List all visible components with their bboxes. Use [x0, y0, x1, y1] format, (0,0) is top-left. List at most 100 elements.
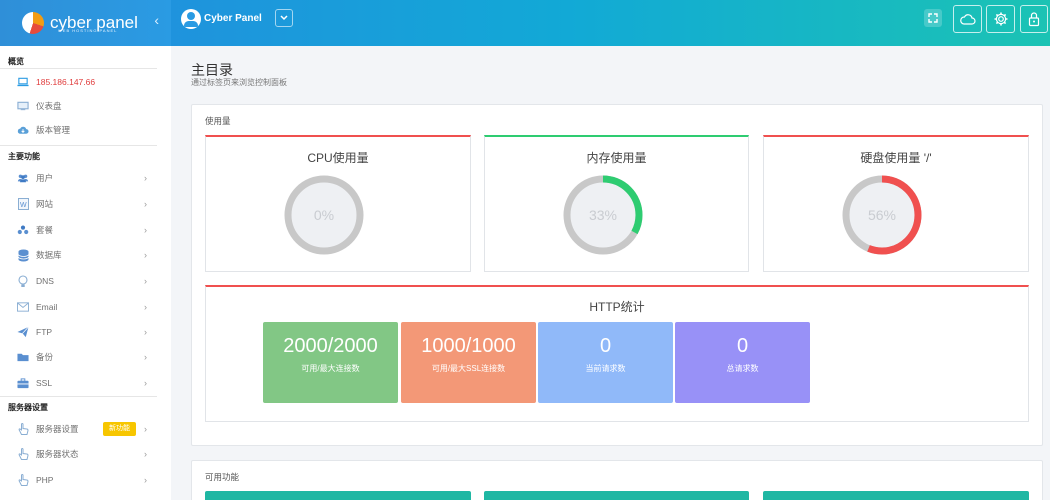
chevron-down-icon [280, 15, 288, 21]
sidebar-section-title: 主要功能 [8, 152, 40, 161]
svg-text:W: W [20, 202, 27, 209]
cyberpanel-logo-icon [22, 12, 44, 34]
sidebar-item-ssl[interactable]: SSL › [0, 371, 160, 395]
sidebar-section-title: 概览 [8, 57, 24, 66]
sidebar-collapse-icon[interactable]: ‹ [154, 12, 159, 28]
user-dropdown-button[interactable] [275, 9, 293, 27]
sidebar-item-label: FTP [36, 327, 53, 337]
card-title: 硬盘使用量 '/' [860, 151, 932, 165]
avatar[interactable] [181, 9, 201, 29]
divider [0, 68, 157, 69]
briefcase-icon [17, 377, 29, 389]
sidebar-item-label: PHP [36, 475, 54, 485]
chevron-right-icon: › [144, 199, 147, 209]
sidebar-item-label: 数据库 [36, 250, 62, 260]
sidebar-item-server-settings[interactable]: 服务器设置 新功能 › [0, 417, 160, 441]
stat-label: 可用/最大连接数 [301, 364, 360, 373]
gauge-label: 56% [868, 207, 896, 223]
cpu-usage-card: CPU使用量 0% [205, 135, 471, 272]
card-title: CPU使用量 [307, 151, 369, 165]
feature-tile[interactable] [205, 491, 471, 500]
sidebar-item-label: 185.186.147.66 [36, 77, 96, 87]
envelope-icon [17, 301, 29, 313]
gear-icon [994, 12, 1007, 26]
chevron-right-icon: › [144, 378, 147, 388]
hand-pointer-icon [17, 473, 29, 486]
sidebar: 概览 185.186.147.66 仪表盘 版本管理 主要功能 用户 › W 网… [0, 46, 171, 500]
gauge-label: 0% [314, 207, 334, 223]
sidebar-item-websites[interactable]: W 网站 › [0, 192, 160, 216]
sidebar-item-php[interactable]: PHP › [0, 468, 160, 492]
fullscreen-button[interactable] [924, 9, 942, 27]
paper-plane-icon [17, 326, 29, 338]
chevron-right-icon: › [144, 424, 147, 434]
folder-icon [17, 351, 29, 363]
sidebar-item-label: 套餐 [36, 225, 54, 235]
sidebar-item-label: 用户 [36, 173, 54, 183]
card-title: 内存使用量 [586, 151, 647, 165]
laptop-icon [17, 76, 29, 88]
sidebar-item-backup[interactable]: 备份 › [0, 345, 160, 369]
sidebar-item-label: Email [36, 302, 58, 312]
cloud-icon [959, 14, 976, 25]
chevron-right-icon: › [144, 225, 147, 235]
sidebar-item-label: 网站 [36, 199, 54, 209]
sidebar-item-email[interactable]: Email › [0, 295, 160, 319]
expand-icon [928, 13, 938, 23]
hand-pointer-icon [17, 447, 29, 460]
card-title: HTTP统计 [589, 300, 645, 314]
chevron-right-icon: › [144, 475, 147, 485]
monitor-icon [17, 100, 29, 112]
user-name[interactable]: Cyber Panel [204, 13, 262, 24]
sidebar-item-label: 备份 [36, 352, 54, 362]
users-icon [17, 172, 29, 184]
stat-label: 总请求数 [726, 364, 759, 373]
sidebar-item-label: 版本管理 [36, 125, 71, 135]
chevron-right-icon: › [144, 327, 147, 337]
sidebar-item-label: DNS [36, 276, 54, 286]
gauge-label: 33% [589, 207, 617, 223]
panel-title: 可用功能 [205, 472, 240, 482]
sidebar-item-ftp[interactable]: FTP › [0, 320, 160, 344]
cloud-button[interactable] [953, 5, 982, 33]
cloud-download-icon [17, 124, 29, 136]
stat-value: 0 [736, 335, 749, 357]
new-feature-badge: 新功能 [103, 422, 136, 436]
top-nav: Cyber Panel [171, 0, 1050, 46]
chevron-right-icon: › [144, 173, 147, 183]
sidebar-item-databases[interactable]: 数据库 › [0, 243, 160, 267]
lock-button[interactable] [1020, 5, 1048, 33]
sidebar-item-users[interactable]: 用户 › [0, 166, 160, 190]
feature-tile[interactable] [484, 491, 749, 500]
panel-title: 使用量 [205, 116, 231, 126]
chevron-right-icon: › [144, 352, 147, 362]
sidebar-item-packages[interactable]: 套餐 › [0, 218, 160, 242]
wordpress-icon: W [17, 198, 29, 210]
stat-ssl-connections: 1000/1000 可用/最大SSL连接数 [401, 322, 536, 403]
feature-tile[interactable] [763, 491, 1029, 500]
divider [0, 145, 157, 146]
settings-button[interactable] [986, 5, 1015, 33]
bulb-icon [17, 274, 29, 287]
cpu-gauge: 0% [284, 175, 364, 255]
top-bar: cyber panel WEB HOSTING PANEL ‹ Cyber Pa… [0, 0, 1050, 46]
sidebar-item-dashboard[interactable]: 仪表盘 [0, 94, 160, 118]
sidebar-item-dns[interactable]: DNS › [0, 269, 160, 293]
chevron-right-icon: › [144, 449, 147, 459]
memory-usage-card: 内存使用量 33% [484, 135, 749, 272]
stat-value: 1000/1000 [421, 335, 516, 357]
page-subtitle: 通过标签页来浏览控制面板 [191, 78, 287, 87]
stat-connections: 2000/2000 可用/最大连接数 [263, 322, 398, 403]
stat-current-requests: 0 当前请求数 [538, 322, 673, 403]
sidebar-item-version[interactable]: 版本管理 [0, 118, 160, 142]
brand[interactable]: cyber panel WEB HOSTING PANEL ‹ [0, 0, 171, 46]
sidebar-item-ip[interactable]: 185.186.147.66 [0, 70, 160, 94]
disk-gauge: 56% [842, 175, 922, 255]
sidebar-item-label: SSL [36, 378, 53, 388]
stat-total-requests: 0 总请求数 [675, 322, 810, 403]
stat-value: 2000/2000 [283, 335, 378, 357]
sidebar-item-server-status[interactable]: 服务器状态 › [0, 442, 160, 466]
sidebar-item-label: 服务器状态 [36, 449, 79, 459]
hand-pointer-icon [17, 422, 29, 435]
chevron-right-icon: › [144, 250, 147, 260]
